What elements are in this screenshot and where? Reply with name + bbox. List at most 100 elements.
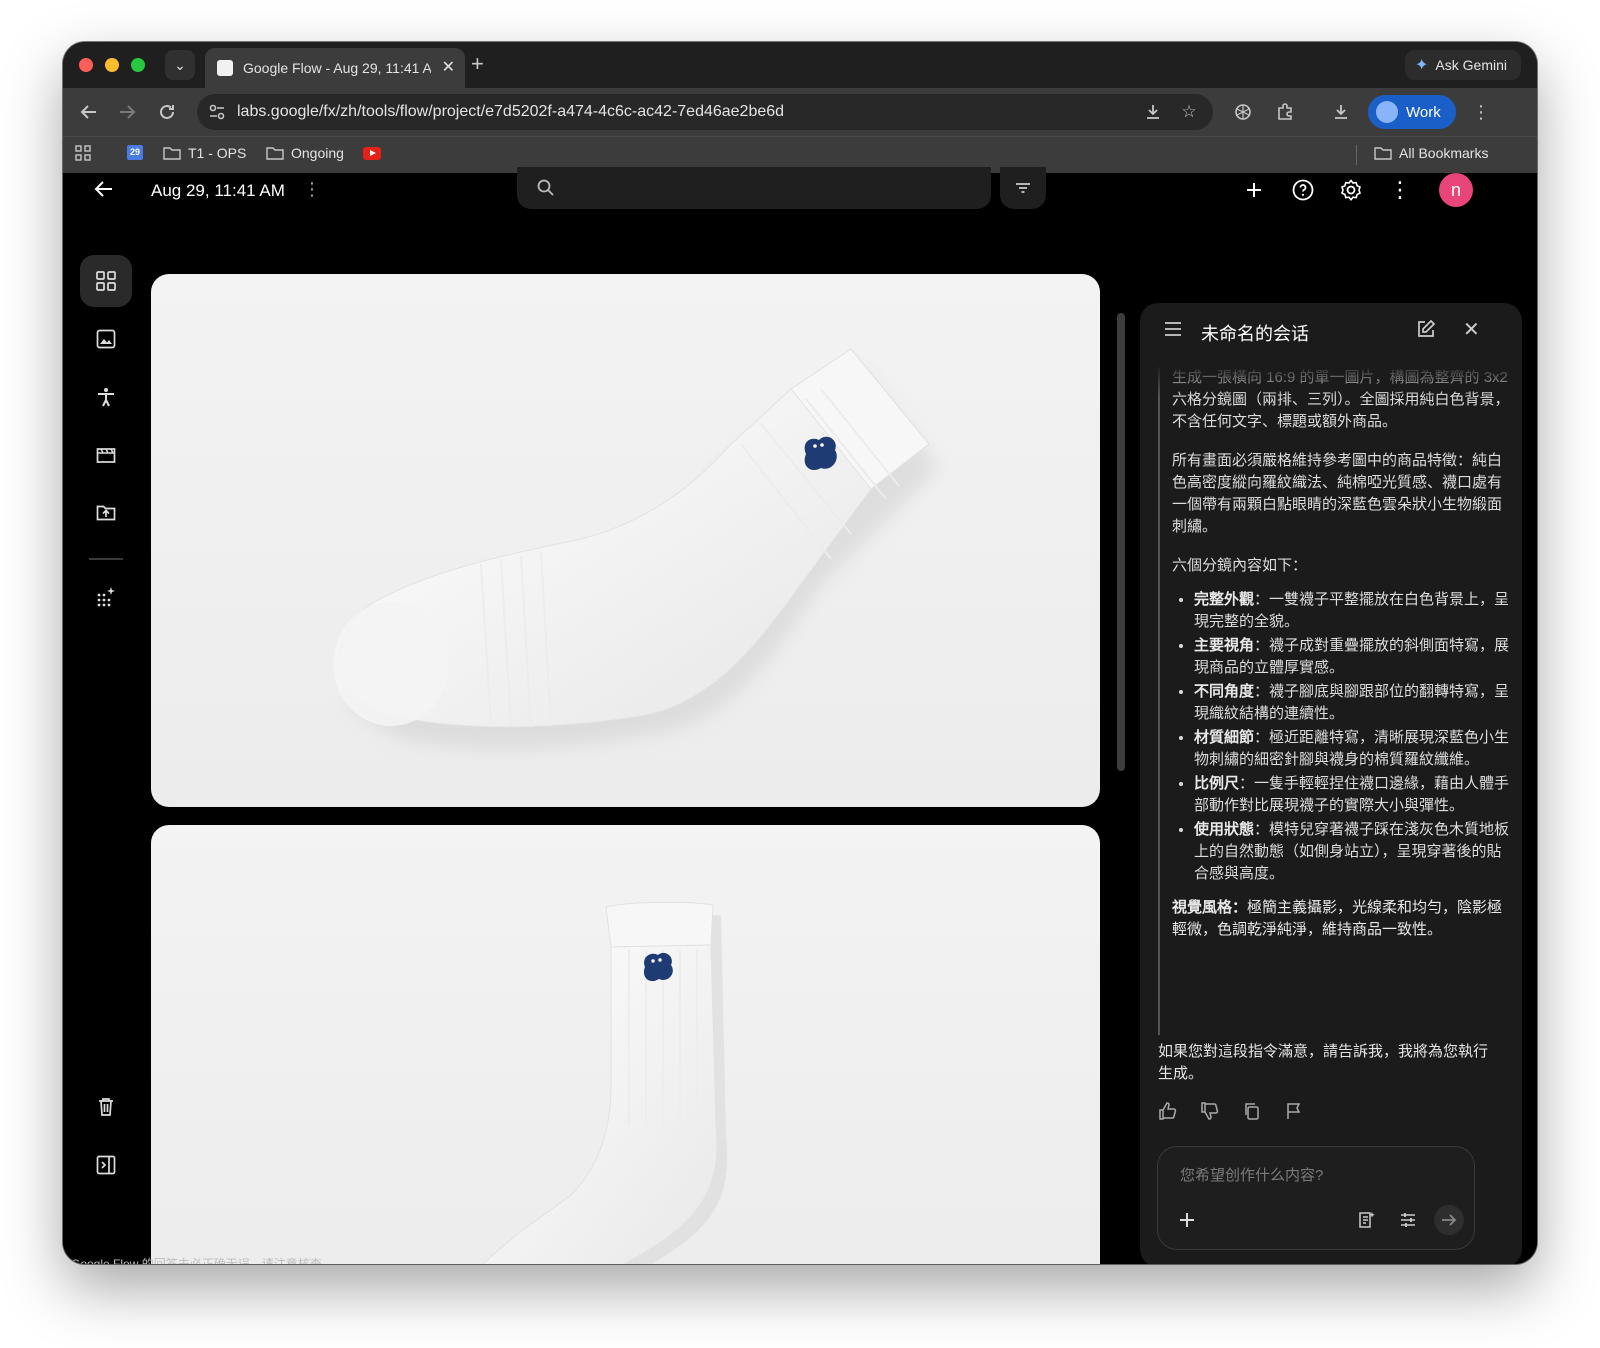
prompt-input[interactable] <box>1178 1163 1462 1187</box>
bookmark-label: T1 - OPS <box>188 145 247 161</box>
search-bar[interactable] <box>517 167 991 209</box>
list-item: 使用狀態：模特兒穿著襪子踩在淺灰色木質地板上的自然動態（如側身站立），呈現穿著後… <box>1194 819 1516 885</box>
sidebar-toggle-icon <box>96 1155 116 1175</box>
prompt-intro: 生成一張橫向 16:9 的單一圖片，構圖為整齊的 3x2 六格分鏡圖（兩排、三列… <box>1172 369 1510 430</box>
copy-icon[interactable] <box>1240 1099 1264 1123</box>
folder-icon <box>1374 147 1392 160</box>
nav-generate[interactable] <box>80 571 132 623</box>
close-window-button[interactable] <box>79 58 93 72</box>
generated-image-2[interactable] <box>151 825 1100 1264</box>
report-flag-icon[interactable] <box>1282 1099 1306 1123</box>
ask-gemini-label: Ask Gemini <box>1435 57 1507 73</box>
forward-button[interactable] <box>113 98 141 126</box>
chat-header: 未命名的会话 ✕ <box>1140 303 1522 361</box>
thumbs-down-icon[interactable] <box>1198 1099 1222 1123</box>
generated-image-1[interactable] <box>151 274 1100 807</box>
nav-characters[interactable] <box>80 371 132 423</box>
filter-button[interactable] <box>1000 167 1046 209</box>
active-tab[interactable]: Google Flow - Aug 29, 11:41 AM ✕ <box>205 48 465 88</box>
tab-strip: ⌄ Google Flow - Aug 29, 11:41 AM ✕ + ✦ A… <box>63 42 1537 88</box>
attach-button[interactable] <box>1174 1207 1200 1233</box>
ask-gemini-button[interactable]: ✦ Ask Gemini <box>1405 50 1521 80</box>
sock-image <box>333 348 939 749</box>
close-panel-icon[interactable]: ✕ <box>1463 317 1480 342</box>
ai-disclaimer: Google Flow 的回答未必正确无误，请注意核查 <box>71 1257 322 1264</box>
gemini-sparkle-icon: ✦ <box>1415 57 1429 74</box>
new-chat-icon[interactable] <box>1416 319 1436 339</box>
project-title: Aug 29, 11:41 AM <box>151 181 285 200</box>
add-button[interactable] <box>1239 175 1269 205</box>
bookmark-calendar[interactable]: 29 <box>127 145 143 160</box>
grid-icon <box>96 271 116 291</box>
nav-scenes[interactable] <box>80 429 132 481</box>
prompt-library-icon[interactable] <box>1354 1207 1380 1233</box>
extensions-puzzle-icon[interactable] <box>1271 98 1299 126</box>
image-icon <box>96 329 116 349</box>
gallery-scrollbar[interactable] <box>1117 313 1125 771</box>
list-item: 材質細節：極近距離特寫，清晰展現深藍色小生物刺繡的細密針腳與襪身的棉質羅紋纖維。 <box>1194 727 1516 771</box>
prompt-list-heading: 六個分鏡內容如下： <box>1172 557 1308 574</box>
thumbs-up-icon[interactable] <box>1156 1099 1180 1123</box>
more-options-icon[interactable]: ⋮ <box>1385 175 1415 205</box>
shot-label: 使用狀態 <box>1194 821 1255 838</box>
apps-grid-icon[interactable] <box>75 145 91 161</box>
all-bookmarks-button[interactable]: All Bookmarks <box>1374 145 1488 161</box>
nav-trash[interactable] <box>80 1081 132 1133</box>
sparkle-grid-icon <box>97 587 115 607</box>
bookmark-folder-t1-ops[interactable]: T1 - OPS <box>163 145 246 161</box>
close-tab-icon[interactable]: ✕ <box>442 57 455 77</box>
arrow-left-icon <box>80 105 96 119</box>
user-avatar[interactable]: n <box>1439 173 1473 207</box>
zoom-window-button[interactable] <box>131 58 145 72</box>
gear-icon <box>1341 179 1361 201</box>
downloads-icon[interactable] <box>1327 98 1355 126</box>
bookmark-youtube[interactable] <box>363 147 381 160</box>
shot-label: 主要視角 <box>1194 637 1255 654</box>
reload-icon <box>160 104 174 119</box>
folder-icon <box>163 147 181 160</box>
chat-history-menu-icon[interactable] <box>1164 321 1182 337</box>
shot-text: ：一隻手輕輕捏住襪口邊緣，藉由人體手部動作對比展現襪子的實際大小與彈性。 <box>1194 775 1510 814</box>
nav-grid[interactable] <box>80 255 132 307</box>
tab-search-button[interactable]: ⌄ <box>165 50 195 80</box>
reload-button[interactable] <box>153 98 181 126</box>
download-page-icon[interactable] <box>1141 100 1165 124</box>
bookmark-folder-ongoing[interactable]: Ongoing <box>266 145 344 161</box>
filter-icon <box>1016 183 1030 193</box>
profile-avatar <box>1376 101 1398 123</box>
profile-button[interactable]: Work <box>1368 95 1456 129</box>
shot-label: 不同角度 <box>1194 683 1255 700</box>
search-input[interactable] <box>565 177 969 201</box>
folder-icon <box>266 147 284 160</box>
send-button[interactable] <box>1434 1205 1464 1235</box>
minimize-window-button[interactable] <box>105 58 119 72</box>
search-icon <box>537 179 554 196</box>
style-label: 視覺風格： <box>1172 899 1248 916</box>
plus-icon <box>1247 183 1261 197</box>
site-info-icon[interactable] <box>205 100 229 124</box>
youtube-icon <box>363 147 381 160</box>
browser-menu-icon[interactable]: ⋮ <box>1467 98 1495 126</box>
project-more-icon[interactable]: ⋮ <box>303 179 321 200</box>
nav-sidebar-toggle[interactable] <box>80 1139 132 1191</box>
assistant-message: 如果您對這段指令滿意，請告訴我，我將為您執行生成。 <box>1158 1043 1489 1082</box>
back-arrow-icon[interactable] <box>93 178 115 200</box>
back-button[interactable] <box>75 98 103 126</box>
help-button[interactable] <box>1288 175 1318 205</box>
nav-uploads[interactable] <box>80 487 132 539</box>
shot-label: 材質細節 <box>1194 729 1255 746</box>
chat-title: 未命名的会话 <box>1201 324 1309 344</box>
prompt-constraints: 所有畫面必須嚴格維持參考圖中的商品特徵：純白色高密度縱向羅紋織法、純棉啞光質感、… <box>1172 452 1503 535</box>
bookmark-star-icon[interactable]: ☆ <box>1177 100 1201 124</box>
new-tab-button[interactable]: + <box>471 51 484 77</box>
help-icon <box>1292 179 1314 201</box>
all-bookmarks-label: All Bookmarks <box>1399 145 1489 161</box>
settings-sliders-icon[interactable] <box>1395 1207 1421 1233</box>
settings-button[interactable] <box>1336 175 1366 205</box>
nav-images[interactable] <box>80 313 132 365</box>
flow-app: Aug 29, 11:41 AM ⋮ ⋮ n 未命名的会话 ✕ 生成一張橫向 1… <box>63 167 1537 1264</box>
calendar-icon: 29 <box>127 145 143 160</box>
openai-extension-icon[interactable] <box>1229 98 1257 126</box>
person-icon <box>98 388 114 407</box>
address-bar[interactable]: labs.google/fx/zh/tools/flow/project/e7d… <box>197 94 1213 130</box>
